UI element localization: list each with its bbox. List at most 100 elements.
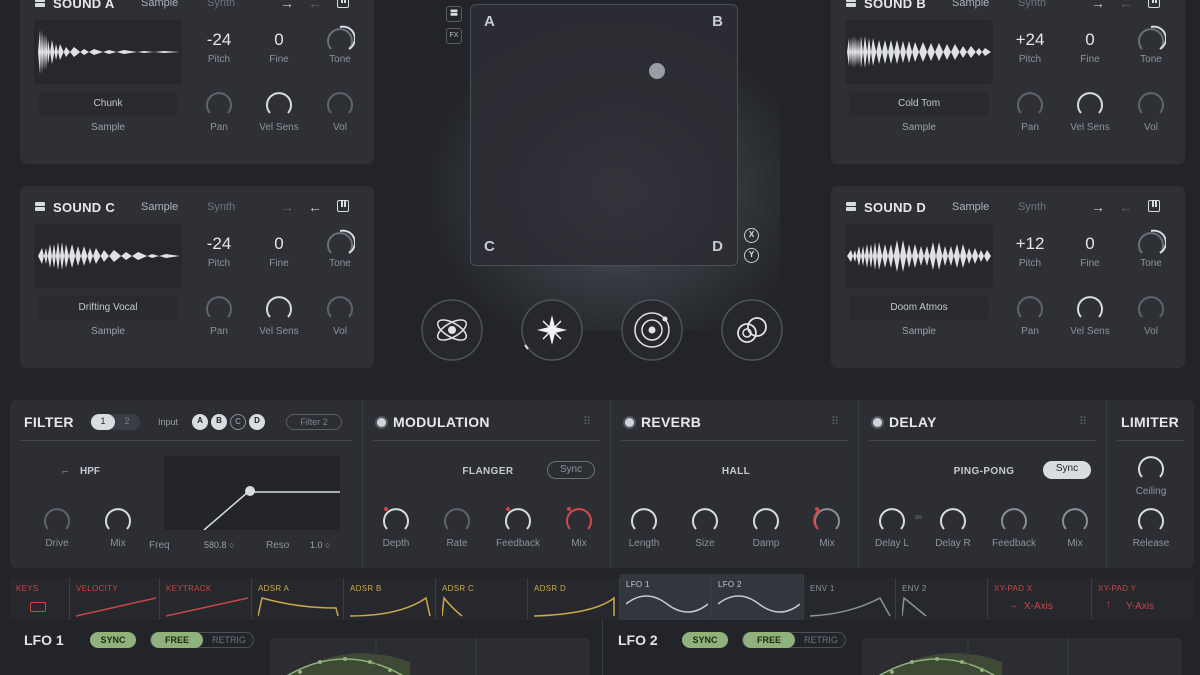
drag-handle-icon[interactable]: ⠿ xyxy=(583,415,592,428)
fine-value[interactable]: 0 xyxy=(249,30,309,50)
tone-knob[interactable] xyxy=(1136,24,1166,54)
input-b[interactable]: B xyxy=(211,414,227,430)
waveform-display[interactable] xyxy=(845,20,993,84)
modulation-sync-button[interactable]: Sync xyxy=(547,461,595,479)
tab-sample[interactable]: Sample xyxy=(141,201,207,213)
velsens-knob[interactable] xyxy=(1075,292,1105,322)
pitch-value[interactable]: -24 xyxy=(189,234,249,254)
lfo-2-graph[interactable] xyxy=(862,638,1182,675)
arrow-left-icon[interactable]: ← xyxy=(1112,0,1140,11)
pan-knob[interactable] xyxy=(1015,292,1045,322)
arrow-right-icon[interactable]: → xyxy=(1084,0,1112,11)
tab-sample[interactable]: Sample xyxy=(952,0,1018,9)
vol-knob[interactable] xyxy=(325,88,355,118)
mod-source-lfo-2[interactable]: LFO 2 xyxy=(712,574,804,620)
fine-value[interactable]: 0 xyxy=(249,234,309,254)
waveform-display[interactable] xyxy=(845,224,993,288)
drive-knob[interactable] xyxy=(42,504,72,534)
lfo-1-retrig-button[interactable]: RETRIG xyxy=(205,633,253,647)
filter-tab-2[interactable]: 2 xyxy=(116,414,138,430)
lfo-1-graph[interactable] xyxy=(270,638,590,675)
reso-value[interactable]: 1.0 ○ xyxy=(310,540,330,550)
keyboard-icon[interactable] xyxy=(329,0,357,11)
pitch-value[interactable]: +24 xyxy=(1000,30,1060,50)
keyboard-icon[interactable] xyxy=(329,199,357,215)
y-axis-button[interactable]: Y xyxy=(744,248,759,263)
vol-knob[interactable] xyxy=(1136,88,1166,118)
mod-source-xy-y[interactable]: XY-PAD Y ↑ Y-Axis xyxy=(1092,578,1194,620)
rate-knob[interactable] xyxy=(442,504,472,534)
tab-sample[interactable]: Sample xyxy=(141,0,207,9)
depth-knob[interactable] xyxy=(381,504,411,534)
input-c[interactable]: C xyxy=(230,414,246,430)
fx-toggle[interactable]: FX xyxy=(446,28,462,44)
vol-knob[interactable] xyxy=(325,292,355,322)
tab-sample[interactable]: Sample xyxy=(952,201,1018,213)
input-a[interactable]: A xyxy=(192,414,208,430)
filter-type[interactable]: HPF xyxy=(80,466,100,477)
delay-mix-knob[interactable] xyxy=(1060,504,1090,534)
tab-synth[interactable]: Synth xyxy=(1018,201,1084,213)
mod-source-adsr-d[interactable]: ADSR D xyxy=(528,578,620,620)
tone-knob[interactable] xyxy=(325,228,355,258)
sample-name[interactable]: Cold Tom xyxy=(849,92,989,116)
waveform-display[interactable] xyxy=(34,20,182,84)
pitch-value[interactable]: -24 xyxy=(189,30,249,50)
tone-knob[interactable] xyxy=(325,24,355,54)
mod-source-keytrack[interactable]: KEYTRACK xyxy=(160,578,252,620)
mod-source-xy-x[interactable]: XY-PAD X → X-Axis xyxy=(988,578,1092,620)
filter-curve-display[interactable] xyxy=(164,456,340,530)
orbit-icon[interactable] xyxy=(619,297,685,363)
ceiling-knob[interactable] xyxy=(1136,452,1166,482)
pan-knob[interactable] xyxy=(204,88,234,118)
vol-knob[interactable] xyxy=(1136,292,1166,322)
mod-source-adsr-a[interactable]: ADSR A xyxy=(252,578,344,620)
filter-mix-knob[interactable] xyxy=(103,504,133,534)
drag-handle-icon[interactable]: ⠿ xyxy=(1079,415,1088,428)
delay-sync-button[interactable]: Sync xyxy=(1043,461,1091,479)
power-icon[interactable] xyxy=(377,418,386,427)
xy-cursor[interactable] xyxy=(649,63,665,79)
sample-name[interactable]: Doom Atmos xyxy=(849,296,989,320)
link-icon[interactable]: ∞ xyxy=(915,512,922,523)
pitch-value[interactable]: +12 xyxy=(1000,234,1060,254)
lfo-2-free-button[interactable]: FREE xyxy=(743,632,795,648)
delay-feedback-knob[interactable] xyxy=(999,504,1029,534)
release-knob[interactable] xyxy=(1136,504,1166,534)
sample-name[interactable]: Drifting Vocal xyxy=(38,296,178,320)
arrow-right-icon[interactable]: → xyxy=(273,199,301,215)
xy-pad[interactable]: A B C D xyxy=(470,4,738,266)
arrow-left-icon[interactable]: ← xyxy=(301,199,329,215)
mod-source-env-2[interactable]: ENV 2 xyxy=(896,578,988,620)
layers-toggle[interactable] xyxy=(446,6,462,22)
velsens-knob[interactable] xyxy=(1075,88,1105,118)
mod-source-lfo-1[interactable]: LFO 1 xyxy=(620,574,712,620)
feedback-knob[interactable] xyxy=(503,504,533,534)
tab-synth[interactable]: Synth xyxy=(207,0,273,9)
freq-value[interactable]: 580.8 ○ xyxy=(204,540,234,550)
sample-name[interactable]: Chunk xyxy=(38,92,178,116)
input-d[interactable]: D xyxy=(249,414,265,430)
power-icon[interactable] xyxy=(873,418,882,427)
delay-mode[interactable]: PING-PONG xyxy=(929,466,1039,477)
delay-l-knob[interactable] xyxy=(877,504,907,534)
lfo-2-retrig-button[interactable]: RETRIG xyxy=(797,633,845,647)
arrow-left-icon[interactable]: ← xyxy=(301,0,329,11)
mod-source-keys[interactable]: KEYS xyxy=(10,578,70,620)
fine-value[interactable]: 0 xyxy=(1060,234,1120,254)
mod-source-velocity[interactable]: VELOCITY xyxy=(70,578,160,620)
length-knob[interactable] xyxy=(629,504,659,534)
lfo-1-free-button[interactable]: FREE xyxy=(151,632,203,648)
waveform-display[interactable] xyxy=(34,224,182,288)
velsens-knob[interactable] xyxy=(264,292,294,322)
reverb-mode[interactable]: HALL xyxy=(681,466,791,477)
tone-knob[interactable] xyxy=(1136,228,1166,258)
arrow-right-icon[interactable]: → xyxy=(1084,199,1112,215)
mod-source-env-1[interactable]: ENV 1 xyxy=(804,578,896,620)
mod-mix-knob[interactable] xyxy=(564,504,594,534)
size-knob[interactable] xyxy=(690,504,720,534)
tab-synth[interactable]: Synth xyxy=(207,201,273,213)
pan-knob[interactable] xyxy=(1015,88,1045,118)
keyboard-icon[interactable] xyxy=(1140,199,1168,215)
tab-synth[interactable]: Synth xyxy=(1018,0,1084,9)
